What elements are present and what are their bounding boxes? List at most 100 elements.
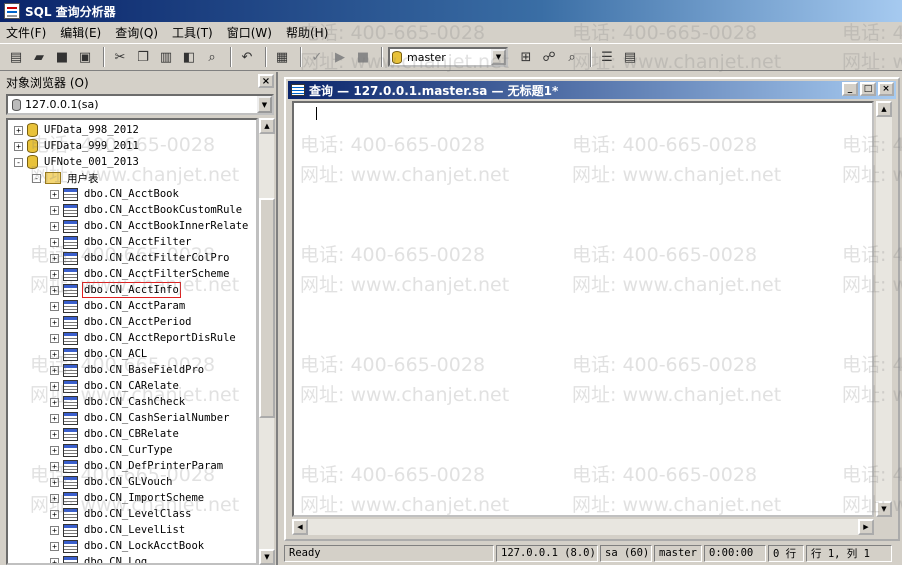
copy-icon[interactable]: ❐ <box>133 47 153 67</box>
scroll-right-icon[interactable]: ▶ <box>858 519 874 535</box>
insert-template-icon[interactable]: ▣ <box>75 47 95 67</box>
server-select[interactable]: 127.0.0.1(sa) ▼ <box>6 94 274 115</box>
tree-item[interactable]: + dbo.CN_ImportScheme <box>50 490 204 506</box>
show-execution-plan-icon[interactable]: ⊞ <box>516 47 536 67</box>
expand-icon[interactable]: + <box>50 237 59 247</box>
expand-icon[interactable]: + <box>50 541 59 551</box>
tree-item[interactable]: + dbo.CN_LockAcctBook <box>50 538 204 554</box>
tree-item[interactable]: + dbo.CN_AcctBook <box>50 186 179 202</box>
expand-icon[interactable]: + <box>50 253 59 263</box>
minimize-icon[interactable]: _ <box>842 82 858 96</box>
expand-icon[interactable]: + <box>50 461 59 471</box>
tree-item[interactable]: + dbo.CN_CurType <box>50 442 173 458</box>
expand-icon[interactable]: + <box>50 301 59 311</box>
tree-item[interactable]: + dbo.CN_AcctPeriod <box>50 314 191 330</box>
cancel-query-icon[interactable]: ■ <box>353 47 373 67</box>
expand-icon[interactable]: + <box>50 317 59 327</box>
close-object-browser-button[interactable]: × <box>258 74 274 88</box>
expand-icon[interactable]: + <box>50 189 59 199</box>
collapse-icon[interactable]: - <box>32 173 41 183</box>
tree-item[interactable]: + dbo.CN_ACL <box>50 346 147 362</box>
tree-item[interactable]: + dbo.CN_LevelList <box>50 522 185 538</box>
scroll-left-icon[interactable]: ◀ <box>292 519 308 535</box>
results-mode-icon[interactable]: ▦ <box>272 47 292 67</box>
find-icon[interactable]: ⌕ <box>202 47 222 67</box>
tree-item[interactable]: - 用户表 <box>32 170 99 186</box>
scroll-up-icon[interactable]: ▲ <box>876 101 892 117</box>
tree-item[interactable]: + UFData_999_2011 <box>14 138 139 154</box>
execute-query-icon[interactable]: ▶ <box>330 47 350 67</box>
menu-edit[interactable]: 编辑(E) <box>60 24 101 41</box>
save-icon[interactable]: ■ <box>52 47 72 67</box>
expand-icon[interactable]: + <box>50 397 59 407</box>
object-search-icon[interactable]: ⌕ <box>562 47 582 67</box>
show-results-pane-icon[interactable]: ▤ <box>620 47 640 67</box>
object-browser-icon[interactable]: ☍ <box>539 47 559 67</box>
expand-icon[interactable]: + <box>50 493 59 503</box>
tree-item[interactable]: + dbo.CN_AcctReportDisRule <box>50 330 236 346</box>
expand-icon[interactable]: + <box>50 205 59 215</box>
editor-vertical-scrollbar[interactable]: ▲ ▼ <box>876 101 892 517</box>
maximize-icon[interactable]: □ <box>860 82 876 96</box>
tree-item[interactable]: + dbo.CN_CashCheck <box>50 394 185 410</box>
expand-icon[interactable]: + <box>50 349 59 359</box>
expand-icon[interactable]: + <box>14 125 23 135</box>
expand-icon[interactable]: + <box>50 413 59 423</box>
expand-icon[interactable]: + <box>50 477 59 487</box>
tree-item[interactable]: + dbo.CN_AcctFilterColPro <box>50 250 229 266</box>
tree-item[interactable]: + dbo.CN_AcctFilterScheme <box>50 266 229 282</box>
tree-item[interactable]: + dbo.CN_AcctBookCustomRule <box>50 202 242 218</box>
tree-item[interactable]: + dbo.CN_AcctFilter <box>50 234 191 250</box>
undo-icon[interactable]: ↶ <box>237 47 257 67</box>
tree-item[interactable]: + dbo.CN_BaseFieldPro <box>50 362 204 378</box>
tree-item[interactable]: + dbo.CN_CashSerialNumber <box>50 410 229 426</box>
tree-item[interactable]: + dbo.CN_AcctParam <box>50 298 185 314</box>
tree-item[interactable]: + dbo.CN_AcctInfo <box>50 282 181 298</box>
cut-icon[interactable]: ✂ <box>110 47 130 67</box>
chevron-down-icon[interactable]: ▼ <box>257 96 272 113</box>
tree-item[interactable]: + dbo.CN_CARelate <box>50 378 179 394</box>
expand-icon[interactable]: + <box>50 269 59 279</box>
expand-icon[interactable]: + <box>50 445 59 455</box>
database-select[interactable]: master ▼ <box>388 47 508 67</box>
open-file-icon[interactable]: ▰ <box>29 47 49 67</box>
query-editor[interactable] <box>292 101 874 517</box>
expand-icon[interactable]: + <box>50 221 59 231</box>
expand-icon[interactable]: + <box>50 285 59 295</box>
chevron-down-icon[interactable]: ▼ <box>491 49 506 65</box>
tree-item[interactable]: - UFNote_001_2013 <box>14 154 139 170</box>
tree-item[interactable]: + dbo.CN_Log <box>50 554 147 563</box>
tree-item[interactable]: + dbo.CN_LevelClass <box>50 506 191 522</box>
scroll-down-icon[interactable]: ▼ <box>876 501 892 517</box>
tree-item[interactable]: + dbo.CN_CBRelate <box>50 426 179 442</box>
menu-file[interactable]: 文件(F) <box>6 24 46 41</box>
new-query-icon[interactable]: ▤ <box>6 47 26 67</box>
menu-help[interactable]: 帮助(H) <box>286 24 328 41</box>
menu-tools[interactable]: 工具(T) <box>172 24 213 41</box>
tree-item[interactable]: + dbo.CN_DefPrinterParam <box>50 458 223 474</box>
expand-icon[interactable]: + <box>50 381 59 391</box>
scroll-up-icon[interactable]: ▲ <box>259 118 275 134</box>
clear-window-icon[interactable]: ◧ <box>179 47 199 67</box>
expand-icon[interactable]: + <box>50 557 59 563</box>
scrollbar-thumb[interactable] <box>259 198 275 418</box>
expand-icon[interactable]: + <box>50 333 59 343</box>
parse-query-icon[interactable]: ✓ <box>307 47 327 67</box>
close-icon[interactable]: × <box>878 82 894 96</box>
current-connection-properties-icon[interactable]: ☰ <box>597 47 617 67</box>
scroll-down-icon[interactable]: ▼ <box>259 549 275 565</box>
tree-item[interactable]: + dbo.CN_AcctBookInnerRelate <box>50 218 248 234</box>
menu-query[interactable]: 查询(Q) <box>115 24 158 41</box>
paste-icon[interactable]: ▥ <box>156 47 176 67</box>
expand-icon[interactable]: + <box>50 525 59 535</box>
tree-item[interactable]: + dbo.CN_GLVouch <box>50 474 173 490</box>
tree-scrollbar[interactable]: ▲ ▼ <box>258 118 275 565</box>
expand-icon[interactable]: + <box>50 365 59 375</box>
menu-window[interactable]: 窗口(W) <box>227 24 272 41</box>
expand-icon[interactable]: + <box>50 429 59 439</box>
collapse-icon[interactable]: - <box>14 157 23 167</box>
editor-horizontal-scrollbar[interactable]: ◀ ▶ <box>292 519 874 535</box>
expand-icon[interactable]: + <box>50 509 59 519</box>
tree-item[interactable]: + UFData_998_2012 <box>14 122 139 138</box>
expand-icon[interactable]: + <box>14 141 23 151</box>
